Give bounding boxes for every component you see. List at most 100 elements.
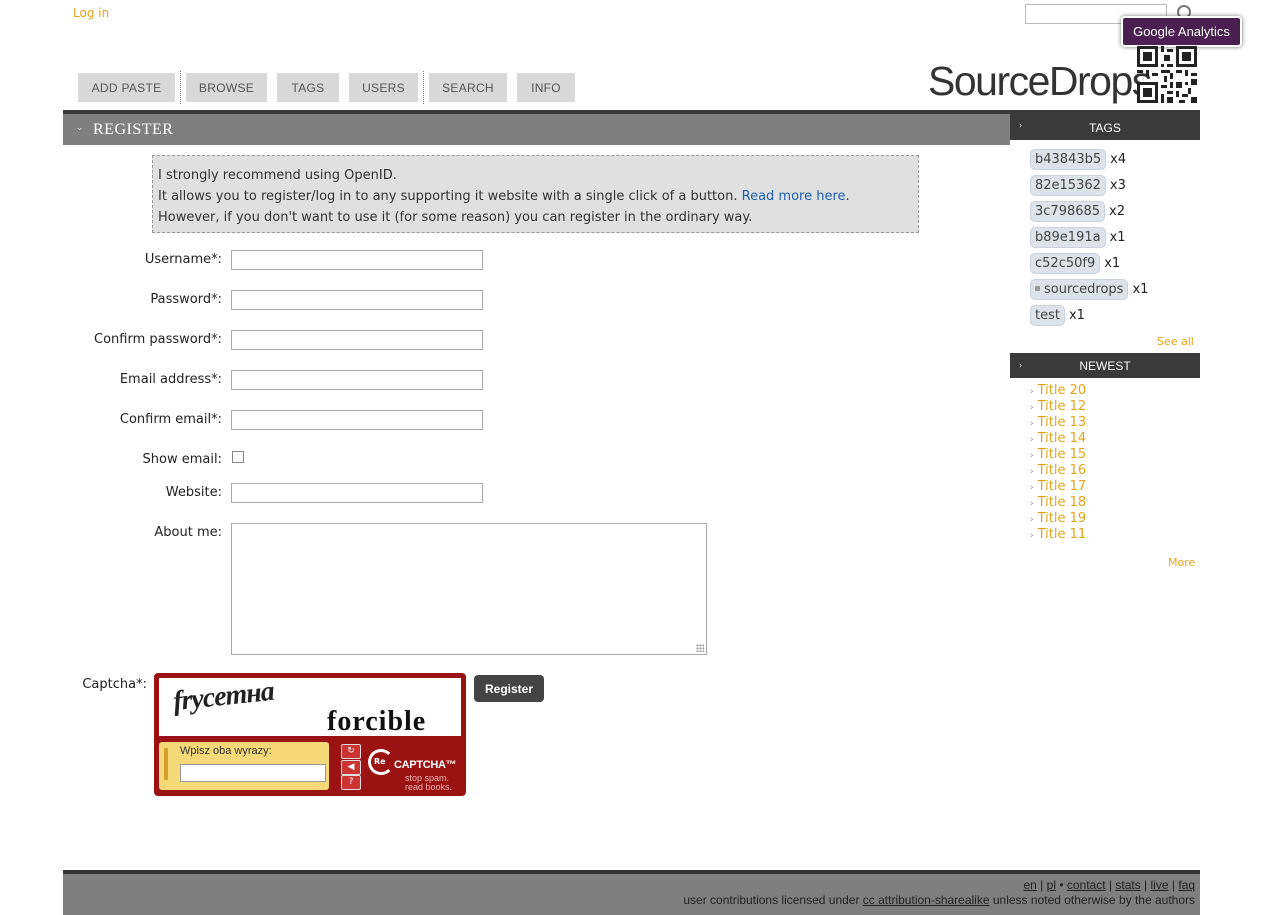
- username-label: Username*:: [144, 252, 222, 267]
- captcha-answer-panel: Wpisz oba wyrazy:: [159, 742, 329, 790]
- site-logo[interactable]: SourceDrops: [928, 58, 1152, 105]
- live-link[interactable]: live: [1151, 878, 1169, 892]
- bullet-icon: ›: [1030, 483, 1034, 493]
- captcha-prompt: Wpisz oba wyrazy:: [180, 745, 272, 757]
- recaptcha-brand: CAPTCHA™: [394, 759, 457, 771]
- login-link[interactable]: Log in: [73, 6, 109, 20]
- newest-item[interactable]: › Title 16: [1030, 463, 1086, 478]
- password-label: Password*:: [150, 292, 222, 307]
- tag-item: b43843b5 x4: [1030, 148, 1126, 170]
- nav-search[interactable]: SEARCH: [429, 73, 507, 102]
- tag-link[interactable]: b43843b5: [1030, 148, 1107, 170]
- captcha-word: fryceтна: [171, 675, 276, 718]
- email-label: Email address*:: [119, 372, 222, 387]
- newest-item[interactable]: › Title 13: [1030, 415, 1086, 430]
- tag-item: b89e191a x1: [1030, 226, 1126, 248]
- register-button[interactable]: Register: [474, 675, 544, 702]
- about-textarea[interactable]: [231, 523, 707, 655]
- website-field[interactable]: [231, 483, 483, 503]
- recaptcha-tagline: read books.: [405, 782, 453, 792]
- see-all-tags-link[interactable]: See all: [1157, 335, 1194, 348]
- info-line: However, if you don't want to use it (fo…: [158, 210, 753, 225]
- captcha-answer-input[interactable]: [180, 764, 326, 782]
- newest-item[interactable]: › Title 15: [1030, 447, 1086, 462]
- tag-item: c52c50f9 x1: [1030, 252, 1120, 274]
- about-label: About me:: [154, 525, 222, 540]
- newest-title: NEWEST: [1079, 359, 1131, 373]
- show-email-checkbox[interactable]: [232, 451, 244, 463]
- tag-link[interactable]: 3c798685: [1030, 200, 1106, 222]
- footer-links: en | pl • contact | stats | live | faq: [1023, 878, 1195, 892]
- chevron-down-icon: ⌄: [76, 123, 84, 133]
- contact-link[interactable]: contact: [1067, 878, 1106, 892]
- google-analytics-badge: Google Analytics: [1121, 16, 1242, 47]
- refresh-icon[interactable]: ↻: [341, 744, 361, 759]
- footer: en | pl • contact | stats | live | faq u…: [63, 874, 1200, 915]
- nav-tags[interactable]: TAGS: [277, 73, 339, 102]
- show-email-label: Show email:: [142, 452, 222, 467]
- tag-item: 82e15362 x3: [1030, 174, 1126, 196]
- nav-separator: [423, 71, 424, 104]
- faq-link[interactable]: faq: [1178, 878, 1195, 892]
- nav-info[interactable]: INFO: [517, 73, 575, 102]
- captcha-label: Captcha*:: [82, 677, 147, 692]
- more-newest-link[interactable]: More: [1168, 556, 1195, 569]
- nav-browse[interactable]: BROWSE: [186, 73, 267, 102]
- page-title: REGISTER: [93, 121, 174, 138]
- lang-pl-link[interactable]: pl: [1047, 878, 1056, 892]
- section-header: ⌄ REGISTER: [63, 114, 1010, 145]
- resize-grip-icon[interactable]: [696, 644, 704, 652]
- tag-count: x4: [1110, 151, 1127, 167]
- nav-separator: [180, 71, 181, 104]
- bullet-icon: ›: [1030, 531, 1034, 541]
- tag-link[interactable]: 82e15362: [1030, 174, 1106, 196]
- tag-link[interactable]: c52c50f9: [1030, 252, 1101, 274]
- newest-item[interactable]: › Title 19: [1030, 511, 1086, 526]
- newest-item[interactable]: › Title 14: [1030, 431, 1086, 446]
- password-field[interactable]: [231, 290, 483, 310]
- newest-item[interactable]: › Title 20: [1030, 383, 1086, 398]
- license-link[interactable]: cc attribution-sharealike: [863, 893, 990, 907]
- username-field[interactable]: [231, 250, 483, 270]
- email-field[interactable]: [231, 370, 483, 390]
- tag-item: sourcedrops x1: [1030, 278, 1148, 300]
- qr-code-icon: [1137, 46, 1197, 103]
- nav-users[interactable]: USERS: [349, 73, 418, 102]
- tag-count: x1: [1068, 307, 1085, 323]
- bullet-icon: ›: [1030, 467, 1034, 477]
- tag-count: x1: [1109, 229, 1126, 245]
- recaptcha-widget: fryceтна forcible Wpisz oba wyrazy: ↻ ◀ …: [154, 673, 466, 796]
- tag-count: x2: [1109, 203, 1126, 219]
- confirm-email-field[interactable]: [231, 410, 483, 430]
- stats-link[interactable]: stats: [1115, 878, 1140, 892]
- tag-link[interactable]: sourcedrops: [1030, 278, 1129, 300]
- read-more-link[interactable]: Read more here: [742, 189, 846, 204]
- audio-icon[interactable]: ◀: [341, 760, 361, 775]
- confirm-password-field[interactable]: [231, 330, 483, 350]
- tag-item: test x1: [1030, 304, 1085, 326]
- tag-link[interactable]: test: [1030, 304, 1065, 326]
- arrow-icon: [164, 748, 168, 780]
- lock-icon: [1035, 285, 1040, 291]
- newest-item[interactable]: › Title 17: [1030, 479, 1086, 494]
- tag-link[interactable]: b89e191a: [1030, 226, 1106, 248]
- bullet-icon: ›: [1030, 499, 1034, 509]
- lang-en-link[interactable]: en: [1023, 878, 1036, 892]
- tag-count: x1: [1132, 281, 1149, 297]
- bullet-icon: ›: [1030, 515, 1034, 525]
- bullet-icon: ›: [1030, 451, 1034, 461]
- license-text: user contributions licensed under cc att…: [683, 893, 1195, 907]
- nav-add-paste[interactable]: ADD PASTE: [78, 73, 175, 102]
- help-icon[interactable]: ?: [341, 775, 361, 790]
- bullet-icon: ›: [1030, 403, 1034, 413]
- confirm-email-label: Confirm email*:: [119, 412, 222, 427]
- confirm-password-label: Confirm password*:: [94, 332, 222, 347]
- newest-item[interactable]: › Title 12: [1030, 399, 1086, 414]
- captcha-word: forcible: [327, 706, 427, 737]
- captcha-image: fryceтна forcible: [159, 675, 461, 737]
- newest-item[interactable]: › Title 11: [1030, 527, 1086, 542]
- bullet-icon: ›: [1030, 387, 1034, 397]
- bullet-icon: ›: [1030, 419, 1034, 429]
- tags-header: › TAGS: [1010, 110, 1200, 140]
- newest-item[interactable]: › Title 18: [1030, 495, 1086, 510]
